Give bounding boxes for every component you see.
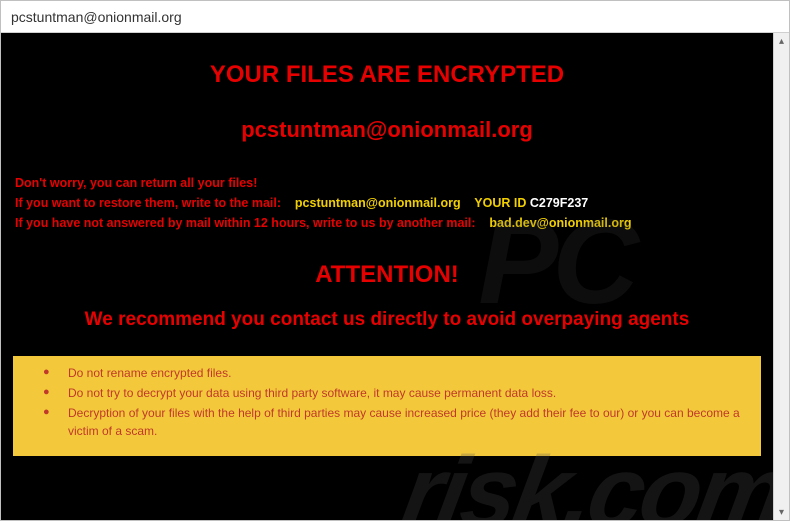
content-area: PC risk.com YOUR FILES ARE ENCRYPTED pcs… bbox=[1, 33, 773, 520]
scroll-up-arrow-icon[interactable]: ▴ bbox=[774, 33, 789, 49]
scroll-down-arrow-icon[interactable]: ▾ bbox=[774, 504, 789, 520]
instr2-email: pcstuntman@onionmail.org bbox=[295, 196, 461, 210]
instructions-block: Don't worry, you can return all your fil… bbox=[11, 173, 763, 233]
scroll-track[interactable] bbox=[774, 49, 789, 504]
instruction-line-3: If you have not answered by mail within … bbox=[15, 213, 759, 233]
window-titlebar[interactable]: pcstuntman@onionmail.org bbox=[1, 1, 789, 33]
content-wrapper: PC risk.com YOUR FILES ARE ENCRYPTED pcs… bbox=[1, 33, 789, 520]
warning-item-1: Do not rename encrypted files. bbox=[43, 364, 751, 382]
ransom-note-window: pcstuntman@onionmail.org PC risk.com YOU… bbox=[0, 0, 790, 521]
heading-email: pcstuntman@onionmail.org bbox=[11, 117, 763, 143]
instruction-line-2: If you want to restore them, write to th… bbox=[15, 193, 759, 213]
instr2-idlabel: YOUR ID bbox=[474, 196, 526, 210]
instruction-line-1: Don't worry, you can return all your fil… bbox=[15, 173, 759, 193]
window-title-text: pcstuntman@onionmail.org bbox=[11, 9, 182, 25]
heading-encrypted: YOUR FILES ARE ENCRYPTED bbox=[11, 61, 763, 89]
warning-item-3: Decryption of your files with the help o… bbox=[43, 404, 751, 440]
instr2-prefix: If you want to restore them, write to th… bbox=[15, 196, 281, 210]
warning-box: Do not rename encrypted files. Do not tr… bbox=[13, 356, 761, 456]
warning-item-2: Do not try to decrypt your data using th… bbox=[43, 384, 751, 402]
heading-recommend: We recommend you contact us directly to … bbox=[11, 309, 763, 331]
instr3-prefix: If you have not answered by mail within … bbox=[15, 216, 476, 230]
instr2-id: C279F237 bbox=[530, 196, 588, 210]
heading-attention: ATTENTION! bbox=[11, 261, 763, 289]
vertical-scrollbar[interactable]: ▴ ▾ bbox=[773, 33, 789, 520]
instr3-email: bad.dev@onionmail.org bbox=[489, 216, 631, 230]
